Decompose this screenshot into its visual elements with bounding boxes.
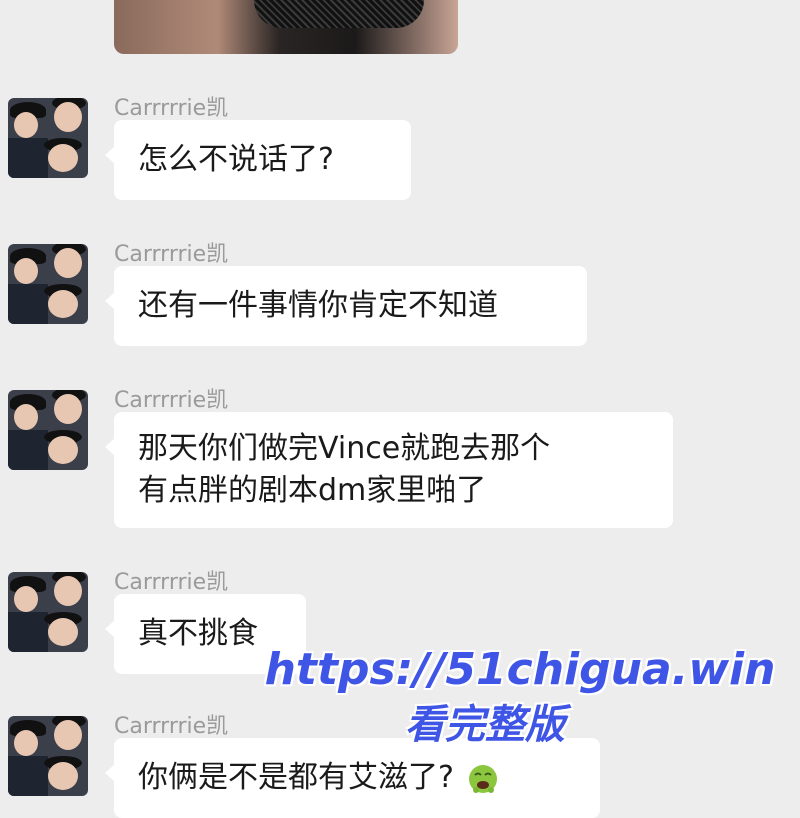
nauseated-face-icon [469,764,498,793]
image-content [254,0,424,28]
sender-name: Carrrrrie凯 [114,570,229,595]
message-bubble[interactable]: 真不挑食 [105,594,306,674]
avatar[interactable] [8,572,88,652]
message-text: 怎么不说话了? [138,142,334,177]
message-text-line: 那天你们做完Vince就跑去那个 [138,431,551,466]
avatar[interactable] [8,716,88,796]
sender-name: Carrrrrie凯 [114,388,229,413]
avatar[interactable] [8,244,88,324]
message-text: 还有一件事情你肯定不知道 [138,288,498,323]
message-text: 你俩是不是都有艾滋了? [138,760,454,795]
previous-image-message[interactable] [114,0,458,54]
avatar[interactable] [8,98,88,178]
message-bubble[interactable]: 还有一件事情你肯定不知道 [105,266,587,346]
watermark: https://51chigua.win 看完整版 [240,640,800,750]
message-bubble[interactable]: 你俩是不是都有艾滋了? [105,738,600,818]
message-bubble[interactable]: 怎么不说话了? [105,120,411,200]
message-text-line: 有点胖的剧本dm家里啪了 [138,473,487,508]
sender-name: Carrrrrie凯 [114,242,229,267]
watermark-url: https://51chigua.win [264,644,776,695]
sender-name: Carrrrrie凯 [114,96,229,121]
message-bubble[interactable]: 那天你们做完Vince就跑去那个 有点胖的剧本dm家里啪了 [105,412,673,528]
sender-name: Carrrrrie凯 [114,714,229,739]
message-text: 真不挑食 [138,616,258,651]
avatar[interactable] [8,390,88,470]
